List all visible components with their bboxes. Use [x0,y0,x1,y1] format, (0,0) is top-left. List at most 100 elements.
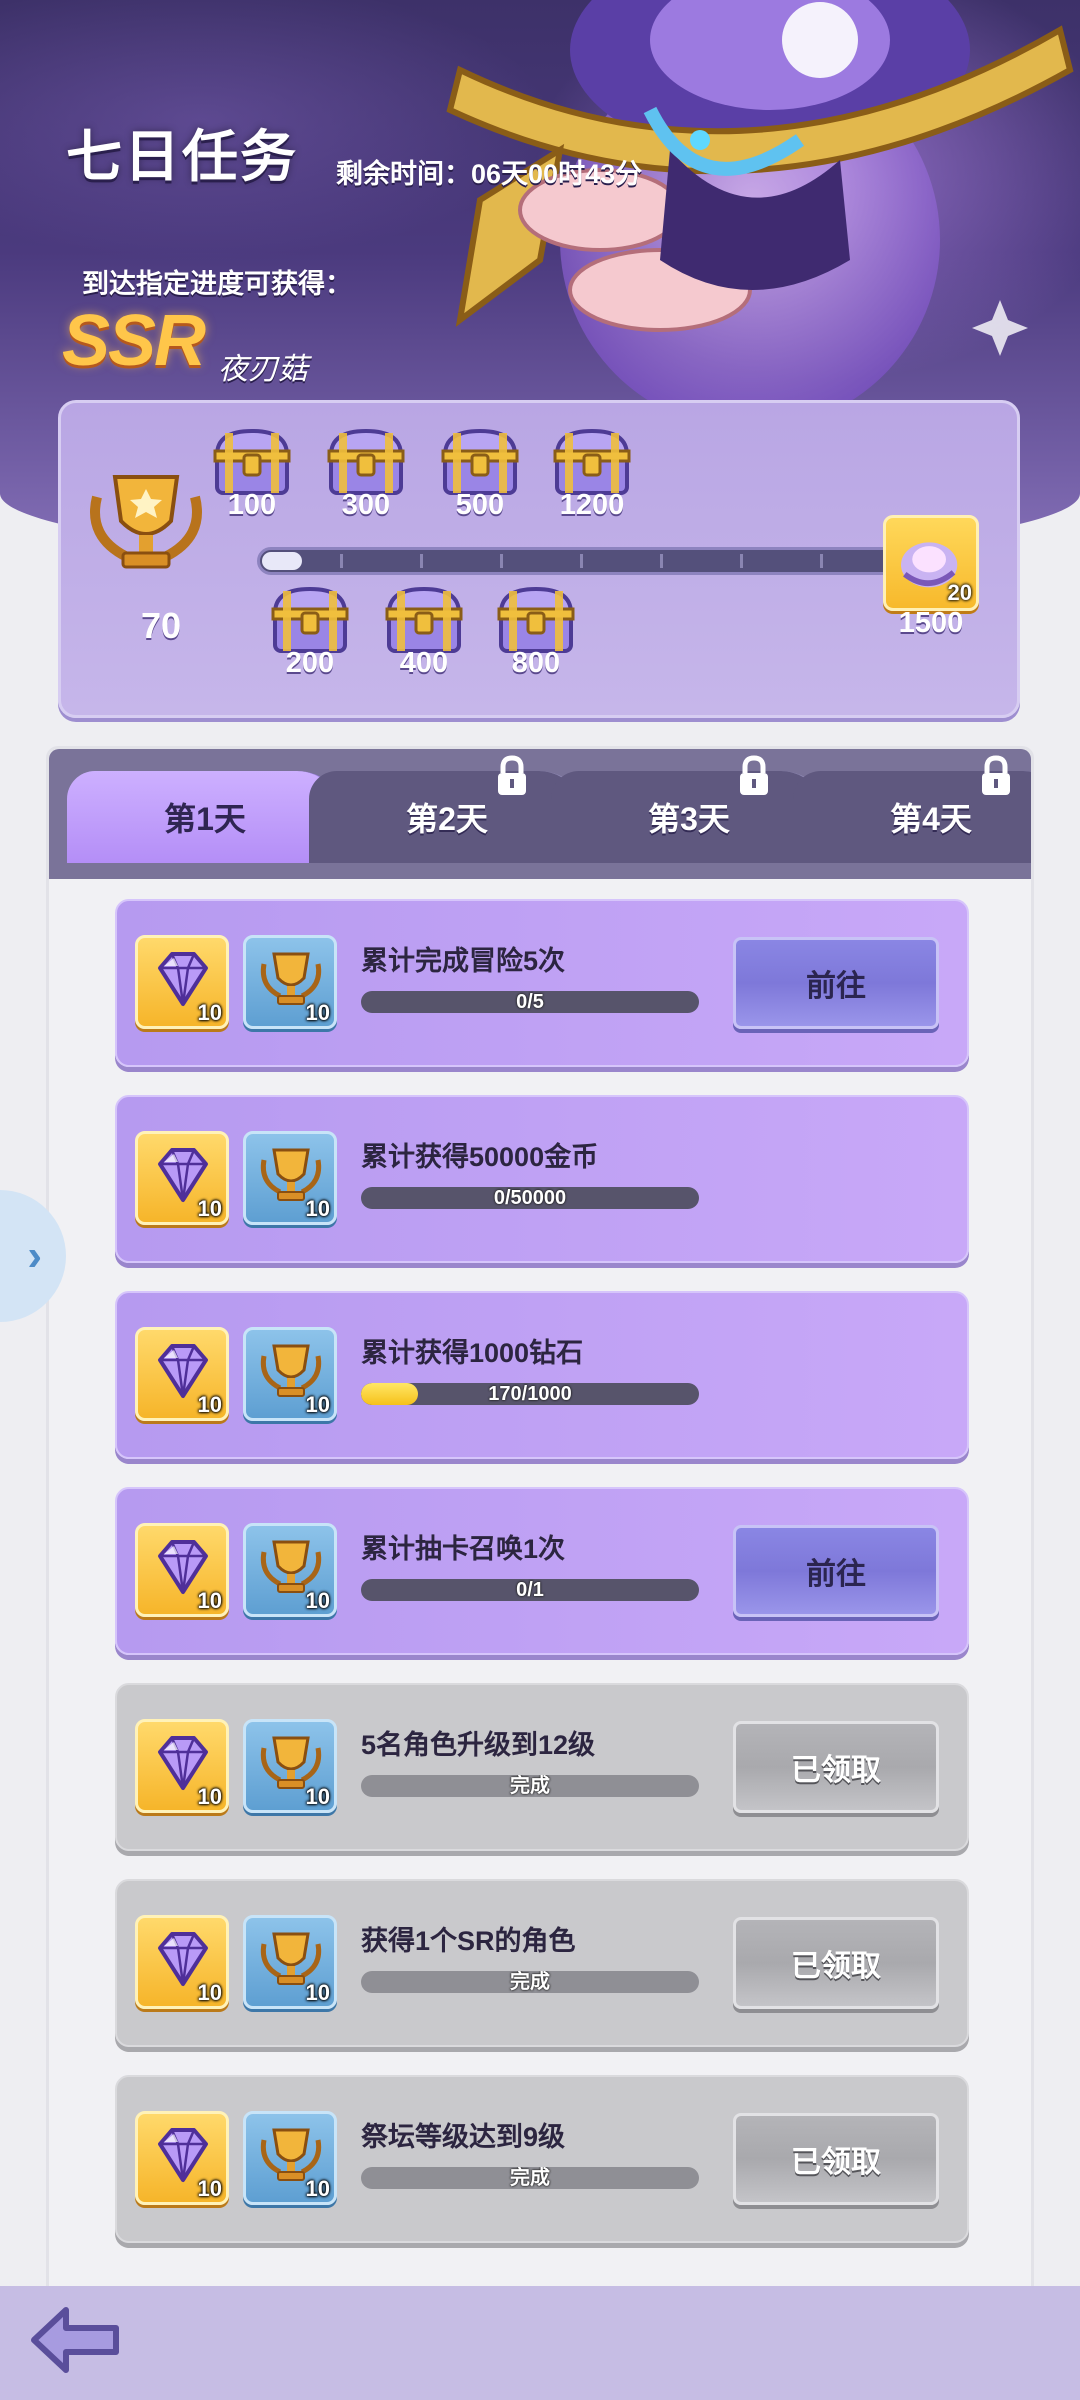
gem-reward-slot[interactable]: 10 [135,1523,229,1617]
progress-tick [660,554,663,568]
gem-reward-count: 10 [197,1980,222,2005]
gem-reward-slot[interactable]: 10 [135,1915,229,2009]
milestone-label: 400 [399,647,449,679]
trophy-reward-count: 10 [305,1196,330,1221]
task-progress-bar: 0/5 [361,991,699,1013]
trophy-reward-slot[interactable]: 10 [243,2111,337,2205]
progress-tick [740,554,743,568]
task-card: 10 10 祭坛等级达到9级 完成 已领取 [115,2075,969,2243]
current-points: 70 [141,605,182,646]
task-title: 累计获得1000钻石 [361,1338,584,1368]
trophy-reward-slot[interactable]: 10 [243,1327,337,1421]
lock-icon [737,755,771,797]
progress-panel: 70 100 300 500 1200 200 400 800 20 1500 [58,400,1020,718]
task-progress-bar: 0/50000 [361,1187,699,1209]
trophy-reward-count: 10 [305,1588,330,1613]
trophy-reward-count: 10 [305,1980,330,2005]
progress-tick [340,554,343,568]
gem-reward-slot[interactable]: 10 [135,1131,229,1225]
claimed-button[interactable]: 已领取 [733,1917,939,2009]
milestone-label: 200 [285,647,335,679]
treasure-chest-icon[interactable] [325,425,407,499]
tab-day-3[interactable]: 第3天 [551,771,831,863]
milestone-label-final: 1500 [898,607,964,639]
tab-label: 第2天 [406,801,488,837]
milestone-label: 100 [227,489,277,521]
bottom-bar [0,2286,1080,2400]
page-title: 七日任务 [66,125,298,188]
task-progress-text: 0/1 [516,1579,544,1601]
task-title: 累计获得50000金币 [361,1142,599,1172]
task-title: 5名角色升级到12级 [361,1730,596,1760]
gem-reward-slot[interactable]: 10 [135,1327,229,1421]
treasure-chest-icon[interactable] [211,425,293,499]
tab-label: 第3天 [648,801,730,837]
go-button[interactable]: 前往 [733,937,939,1029]
task-card: 10 10 累计获得1000钻石 170/1000 [115,1291,969,1459]
treasure-chest-icon[interactable] [495,583,577,657]
trophy-reward-count: 10 [305,1392,330,1417]
back-arrow-icon[interactable] [26,2300,126,2380]
task-card: 10 10 累计获得50000金币 0/50000 [115,1095,969,1263]
gem-reward-slot[interactable]: 10 [135,2111,229,2205]
tab-label: 第1天 [164,801,246,837]
task-progress-text: 0/50000 [493,1187,567,1209]
task-progress-text: 170/1000 [488,1383,572,1405]
reward-hint: 到达指定进度可获得： [82,269,352,299]
progress-tick [580,554,583,568]
task-title: 获得1个SR的角色 [361,1926,576,1956]
treasure-chest-icon[interactable] [551,425,633,499]
treasure-chest-icon[interactable] [269,583,351,657]
milestone-progress-fill [262,552,302,570]
trophy-reward-slot[interactable]: 10 [243,935,337,1029]
task-card: 10 10 累计抽卡召唤1次 0/1 前往 [115,1487,969,1655]
gem-reward-slot[interactable]: 10 [135,935,229,1029]
task-progress-text: 完成 [510,1775,550,1797]
lock-icon [495,755,529,797]
day-tabs: 第1天 第2天 第3天 第4天 [49,749,1031,879]
trophy-reward-slot[interactable]: 10 [243,1131,337,1225]
remaining-time: 剩余时间：06天00时43分 [336,159,643,189]
gem-reward-count: 10 [197,2176,222,2201]
gem-reward-slot[interactable]: 10 [135,1719,229,1813]
gem-reward-count: 10 [197,1000,222,1025]
treasure-chest-icon[interactable] [439,425,521,499]
task-title: 祭坛等级达到9级 [361,2122,566,2152]
task-progress-bar: 170/1000 [361,1383,699,1405]
task-progress-bar: 0/1 [361,1579,699,1601]
progress-tick [420,554,423,568]
go-button[interactable]: 前往 [733,1525,939,1617]
milestone-label: 300 [341,489,391,521]
trophy-reward-slot[interactable]: 10 [243,1719,337,1813]
task-card: 10 10 5名角色升级到12级 完成 已领取 [115,1683,969,1851]
progress-tick [500,554,503,568]
claimed-button[interactable]: 已领取 [733,2113,939,2205]
task-progress-bar: 完成 [361,2167,699,2189]
tab-day-2[interactable]: 第2天 [309,771,589,863]
milestone-label: 800 [511,647,561,679]
lock-icon [979,755,1013,797]
tasks-panel: 第1天 第2天 第3天 第4天 10 10 累计完成冒险5次 0/5 前往 10 10… [46,746,1034,2316]
milestone-label: 500 [455,489,505,521]
task-title: 累计抽卡召唤1次 [361,1534,566,1564]
task-progress-bar: 完成 [361,1775,699,1797]
task-card: 10 10 获得1个SR的角色 完成 已领取 [115,1879,969,2047]
ssr-rarity-badge: SSR [62,301,206,381]
trophy-reward-count: 10 [305,1000,330,1025]
treasure-chest-icon[interactable] [383,583,465,657]
final-reward-count: 20 [947,580,972,605]
trophy-reward-slot[interactable]: 10 [243,1915,337,2009]
tab-label: 第4天 [890,801,972,837]
task-title: 累计完成冒险5次 [361,946,566,976]
trophy-reward-slot[interactable]: 10 [243,1523,337,1617]
claimed-button[interactable]: 已领取 [733,1721,939,1813]
tab-day-1[interactable]: 第1天 [67,771,347,863]
final-reward-item[interactable]: 20 [883,515,979,611]
trophy-icon [90,475,202,569]
chevron-right-icon: › [27,1231,42,1280]
progress-tick [820,554,823,568]
task-progress-text: 完成 [510,2167,550,2189]
reward-character-name: 夜刃菇 [218,353,308,386]
task-progress-bar: 完成 [361,1971,699,1993]
milestone-progress-bar [257,547,947,575]
